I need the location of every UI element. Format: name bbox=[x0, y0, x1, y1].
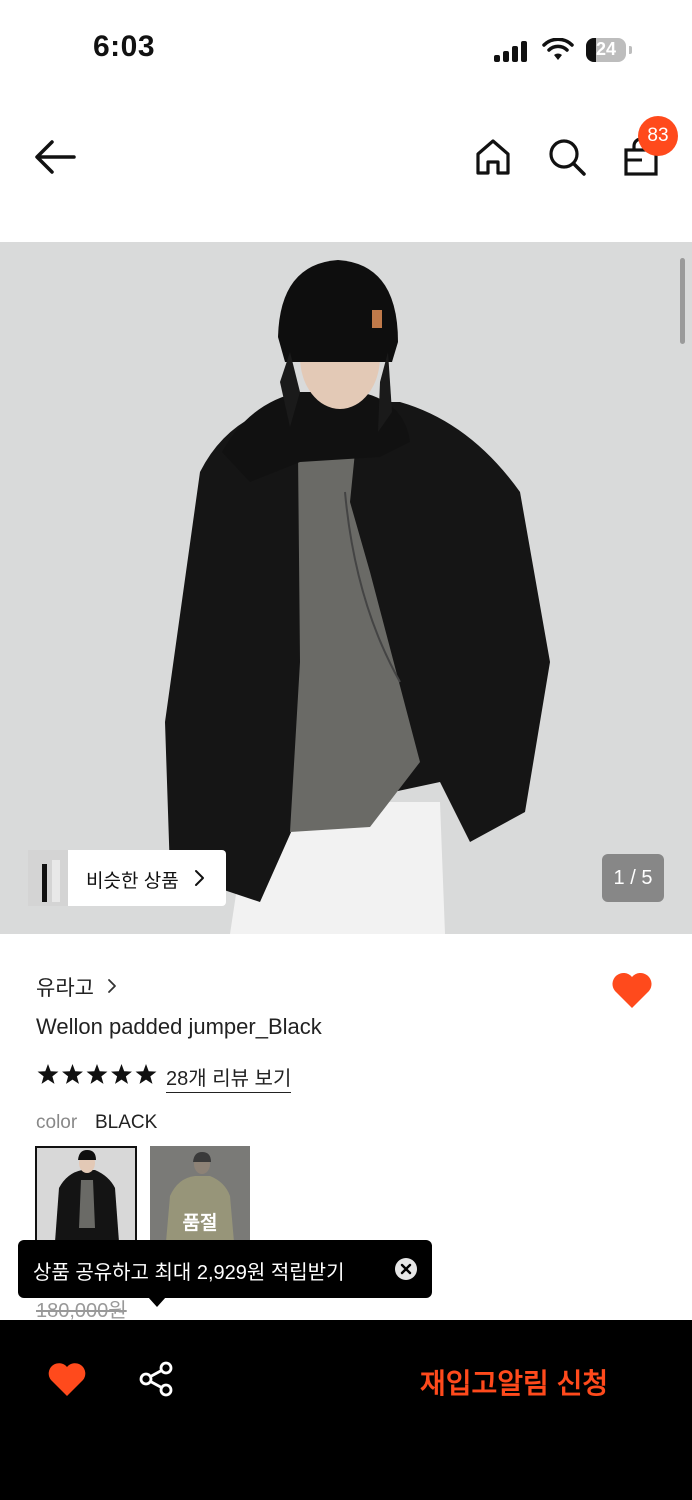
star-icon bbox=[135, 1064, 157, 1084]
back-button[interactable] bbox=[30, 134, 82, 180]
share-reward-tooltip: 상품 공유하고 최대 2,929원 적립받기 bbox=[18, 1240, 432, 1298]
star-icon bbox=[37, 1064, 59, 1084]
color-swatch-black[interactable] bbox=[35, 1146, 137, 1244]
status-icons: 24 bbox=[494, 36, 640, 66]
color-label: color bbox=[36, 1112, 78, 1133]
product-image[interactable] bbox=[0, 242, 692, 934]
battery-icon: 24 bbox=[586, 38, 626, 62]
brand-name: 유라고 bbox=[36, 977, 94, 1000]
bottom-wishlist-button[interactable] bbox=[46, 1360, 88, 1398]
soldout-label: 품절 bbox=[182, 1213, 218, 1234]
color-value: BLACK bbox=[95, 1112, 158, 1133]
color-swatch-soldout[interactable]: 품절 bbox=[150, 1146, 250, 1242]
chevron-right-icon bbox=[195, 870, 204, 886]
bottom-action-bar: 재입고알림 신청 bbox=[0, 1320, 692, 1500]
status-time: 6:03 bbox=[93, 30, 156, 63]
wifi-icon bbox=[542, 38, 574, 60]
tooltip-close-button[interactable] bbox=[394, 1257, 418, 1281]
brand-link[interactable]: 유라고 bbox=[36, 972, 136, 1000]
heart-icon bbox=[48, 1363, 86, 1396]
chevron-right-icon bbox=[108, 979, 116, 993]
rating-stars bbox=[36, 1062, 158, 1088]
wishlist-button[interactable] bbox=[610, 970, 654, 1010]
cellular-signal-icon bbox=[494, 40, 530, 62]
product-title: Wellon padded jumper_Black bbox=[36, 1014, 322, 1039]
scroll-indicator bbox=[680, 258, 685, 344]
search-icon bbox=[549, 139, 586, 176]
search-button[interactable] bbox=[544, 134, 590, 180]
similar-product-thumbnail bbox=[28, 850, 68, 906]
product-photo bbox=[0, 242, 692, 934]
tooltip-arrow bbox=[148, 1297, 166, 1307]
review-link[interactable]: 28개 리뷰 보기 bbox=[166, 1062, 292, 1093]
swatch-image-black bbox=[37, 1148, 135, 1242]
tooltip-text: 상품 공유하고 최대 2,929원 적립받기 bbox=[33, 1262, 345, 1284]
star-icon bbox=[62, 1064, 83, 1084]
similar-products-label: 비슷한 상품 bbox=[86, 871, 179, 892]
share-icon bbox=[139, 1361, 173, 1397]
heart-icon bbox=[612, 972, 652, 1008]
image-page-indicator: 1 / 5 bbox=[602, 854, 664, 902]
similar-products-button[interactable]: 비슷한 상품 bbox=[28, 850, 226, 906]
star-icon bbox=[86, 1064, 108, 1084]
battery-level: 24 bbox=[595, 39, 617, 59]
star-icon bbox=[111, 1064, 132, 1084]
home-icon bbox=[476, 139, 510, 175]
original-price: 180,000원 bbox=[36, 1300, 127, 1322]
share-button[interactable] bbox=[138, 1360, 176, 1398]
restock-alert-button[interactable]: 재입고알림 신청 bbox=[420, 1362, 608, 1402]
home-button[interactable] bbox=[470, 134, 516, 180]
close-icon bbox=[395, 1258, 417, 1280]
cart-count-badge: 83 bbox=[638, 116, 678, 156]
back-arrow-icon bbox=[35, 140, 76, 174]
